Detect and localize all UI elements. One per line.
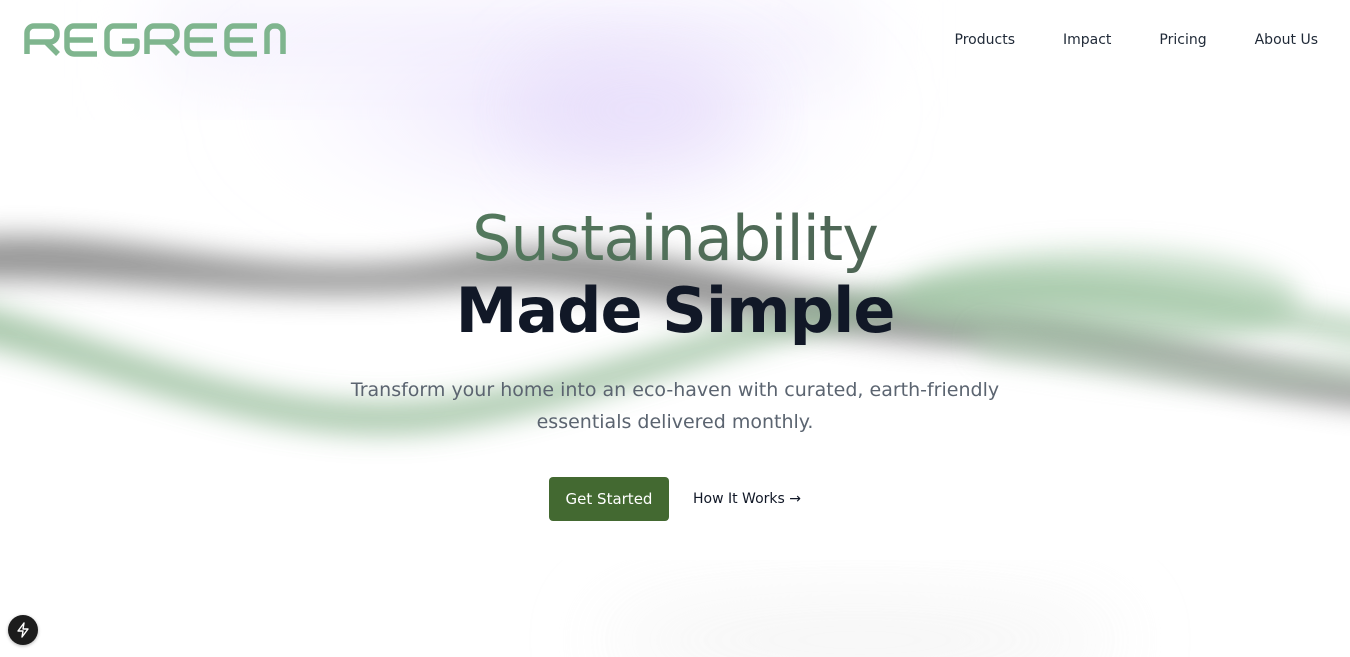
hero-section: Sustainability Made Simple Transform you… xyxy=(0,0,1350,657)
get-started-button[interactable]: Get Started xyxy=(549,477,669,521)
nav-link-about-us[interactable]: About Us xyxy=(1255,32,1318,48)
brand-logo[interactable] xyxy=(24,23,286,57)
hero-cta-group: Get Started How It Works → xyxy=(0,477,1350,521)
hero-headline-secondary: Made Simple xyxy=(455,274,896,347)
regreen-logo-icon xyxy=(24,23,286,57)
hero-headline-primary: Sustainability xyxy=(0,200,1350,278)
nav-link-impact[interactable]: Impact xyxy=(1063,32,1111,48)
main-nav: Products Impact Pricing About Us xyxy=(955,32,1318,48)
nav-link-products[interactable]: Products xyxy=(955,32,1015,48)
top-navbar: Products Impact Pricing About Us xyxy=(0,0,1350,80)
how-it-works-link[interactable]: How It Works → xyxy=(693,491,801,507)
lightning-icon xyxy=(17,622,29,638)
hero-subtitle: Transform your home into an eco-haven wi… xyxy=(350,379,1000,433)
nav-link-pricing[interactable]: Pricing xyxy=(1159,32,1206,48)
dev-tools-badge[interactable] xyxy=(8,615,38,645)
